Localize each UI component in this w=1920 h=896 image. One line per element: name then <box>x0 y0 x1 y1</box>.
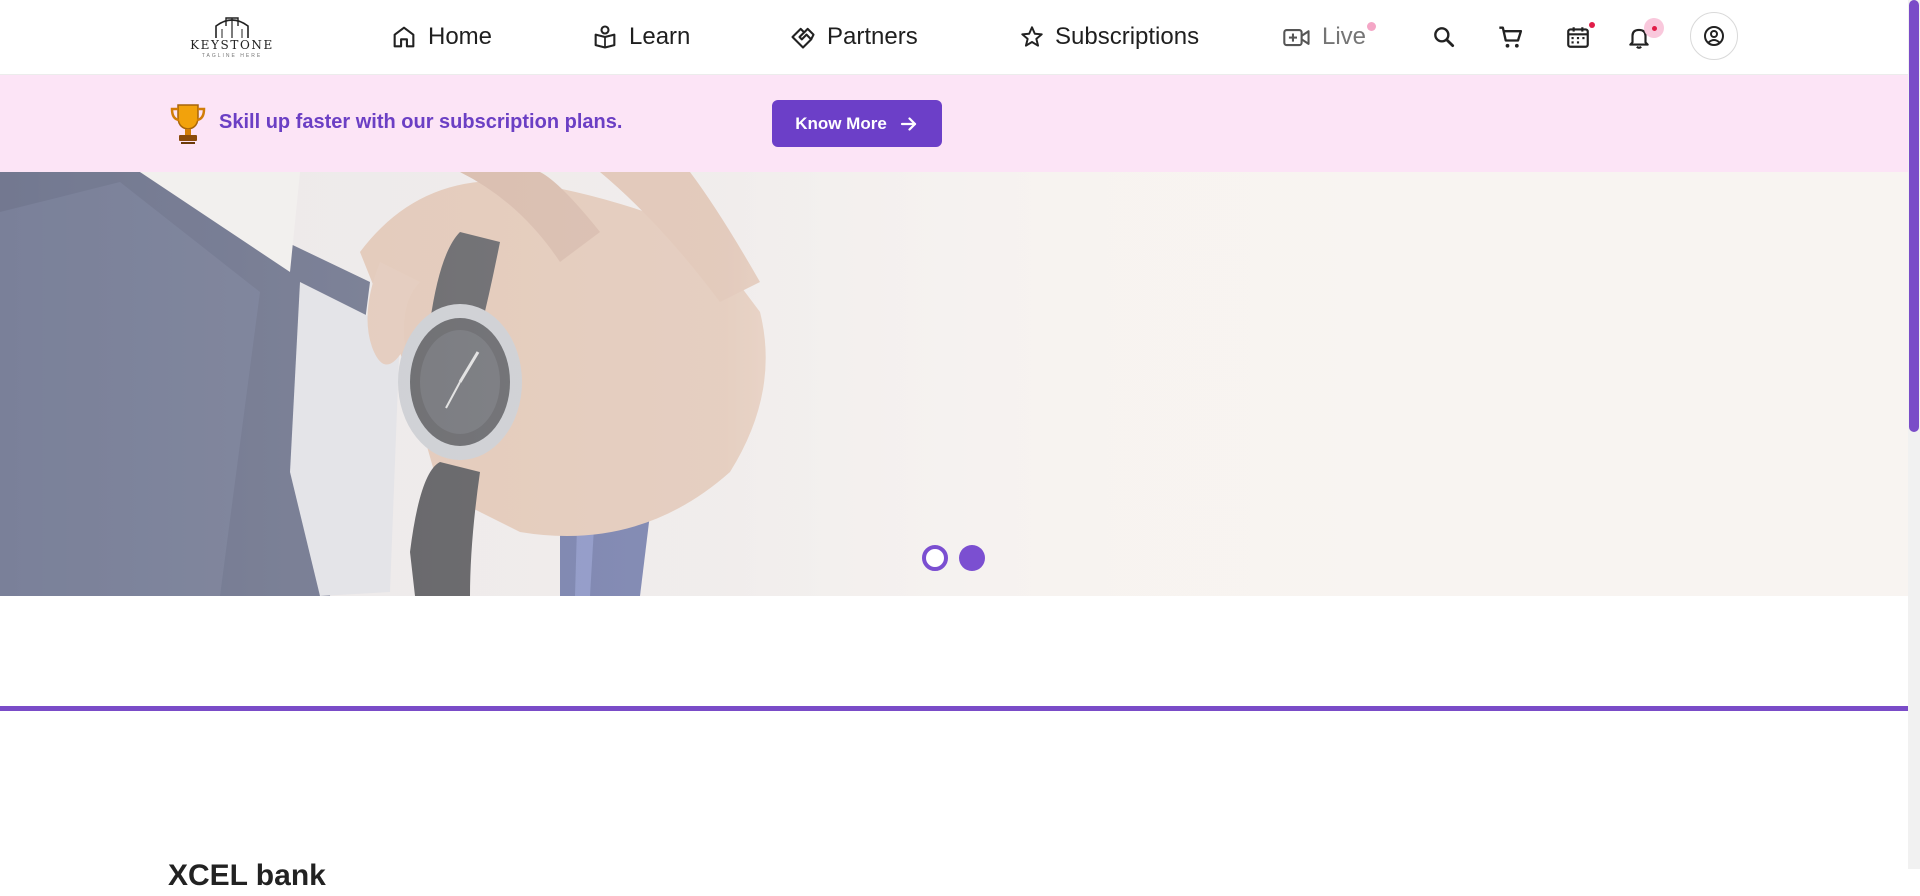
carousel-dot-2[interactable] <box>959 545 985 571</box>
nav-live-label: Live <box>1322 23 1367 50</box>
nav-subscriptions-label: Subscriptions <box>1055 23 1200 50</box>
nav-subscriptions[interactable]: Subscriptions <box>1019 20 1199 54</box>
nav-learn[interactable]: Learn <box>591 20 690 54</box>
trophy-icon <box>170 104 206 144</box>
live-indicator-dot <box>1367 22 1377 31</box>
nav-learn-label: Learn <box>629 23 691 50</box>
handshake-icon <box>791 27 815 49</box>
know-more-button[interactable]: Know More <box>772 100 942 147</box>
search-icon <box>1434 27 1455 48</box>
nav-partners[interactable]: Partners <box>789 20 918 54</box>
star-icon <box>1021 26 1043 47</box>
profile-icon <box>1704 26 1724 46</box>
cart-icon <box>1499 26 1523 48</box>
arrow-right-icon <box>900 116 916 131</box>
keystone-logo[interactable]: KEYSTONE TAGLINE HERE <box>186 12 278 60</box>
carousel-dot-1[interactable] <box>922 545 948 571</box>
nav-home-label: Home <box>428 23 493 50</box>
section-heading: XCEL bank <box>168 859 326 892</box>
calendar-badge-dot <box>1589 22 1595 28</box>
notification-badge <box>1644 18 1664 38</box>
calendar-icon <box>1567 27 1589 48</box>
notifications-button[interactable] <box>1622 18 1664 54</box>
hero-carousel <box>0 172 1908 596</box>
promo-message: Skill up faster with our subscription pl… <box>219 111 623 133</box>
top-navigation: KEYSTONE TAGLINE HERE Home Learn Partner… <box>0 0 1908 75</box>
profile-button[interactable] <box>1690 12 1738 60</box>
search-button[interactable] <box>1427 20 1461 54</box>
know-more-label: Know More <box>795 113 887 133</box>
nav-home[interactable]: Home <box>390 20 492 54</box>
cart-button[interactable] <box>1494 20 1528 54</box>
home-icon <box>393 26 415 48</box>
calendar-button[interactable] <box>1561 20 1595 54</box>
subscription-promo-banner: Skill up faster with our subscription pl… <box>0 75 1908 172</box>
hero-wristwatch-image <box>0 172 1908 596</box>
page-scrollbar-thumb[interactable] <box>1909 0 1919 432</box>
learn-icon <box>594 25 616 49</box>
logo-wordmark: KEYSTONE <box>190 38 274 52</box>
nav-partners-label: Partners <box>827 23 918 50</box>
section-divider <box>0 706 1908 711</box>
video-plus-icon <box>1283 29 1310 47</box>
nav-live[interactable]: Live <box>1282 20 1377 54</box>
logo-tagline: TAGLINE HERE <box>201 53 263 59</box>
